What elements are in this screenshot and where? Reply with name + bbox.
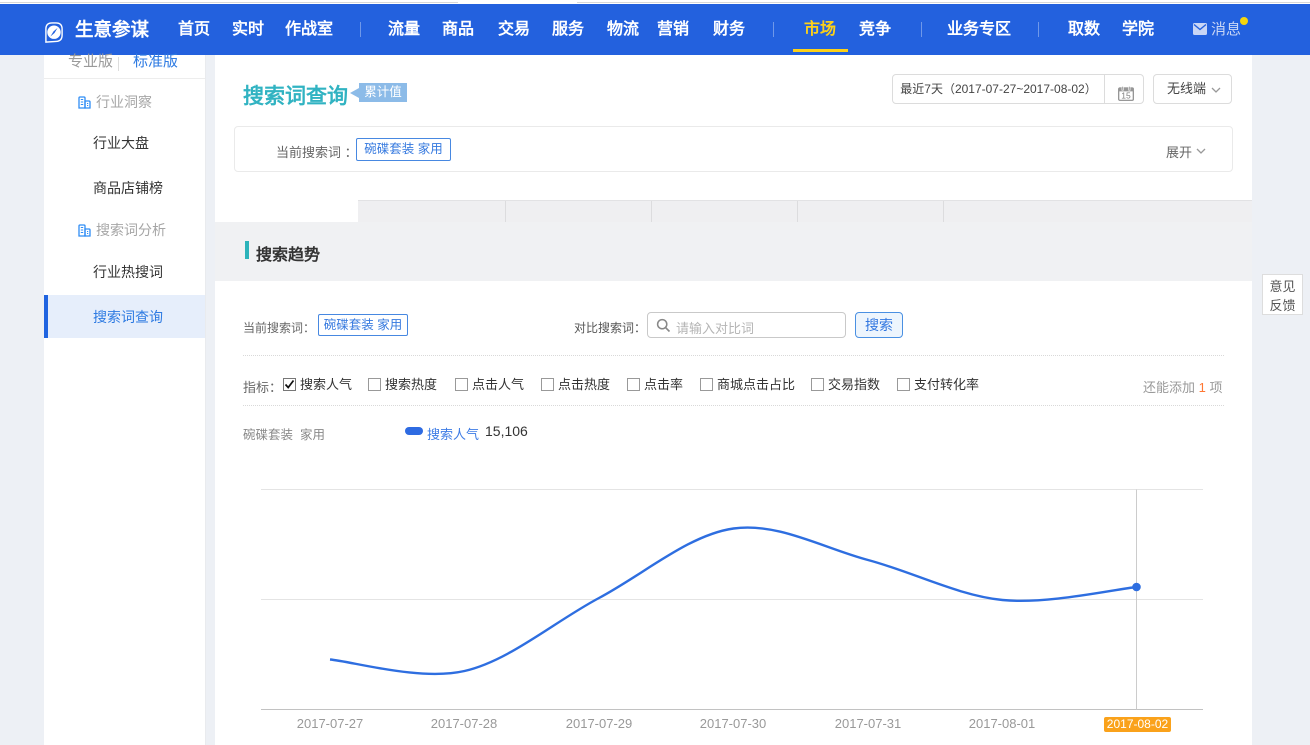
svg-text:15: 15 [1121,91,1131,101]
